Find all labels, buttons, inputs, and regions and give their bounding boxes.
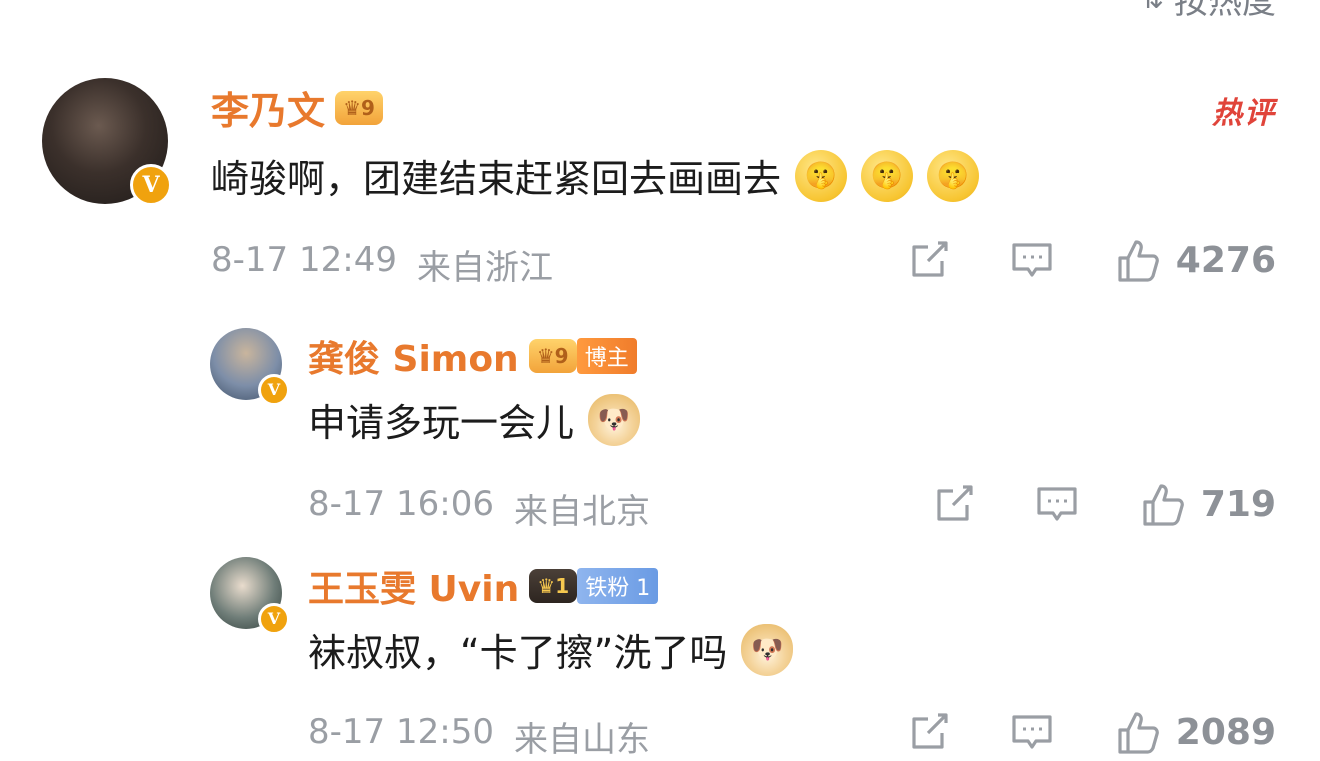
reply-button[interactable] <box>1035 483 1079 525</box>
share-icon <box>912 713 948 749</box>
username-text: 王玉雯 Uvin <box>308 569 520 610</box>
crown-level-9-icon: ♛9 <box>528 339 577 373</box>
comment-text: 申请多玩一会儿 🐶 <box>308 392 641 447</box>
comment-text-content: 崎骏啊，团建结束赶紧回去画画去 <box>211 157 782 201</box>
comment-actions: 4276 <box>908 236 1276 284</box>
comment-meta: 8-17 16:06 来自北京 <box>308 484 650 533</box>
comment-item: V 李乃文 ♛9 热评 崎骏啊，团建结束赶紧回去画画去 🤫 🤫 🤫 8-17 1… <box>0 0 1320 300</box>
username-text: 龚俊 Simon <box>308 339 519 380</box>
like-count: 2089 <box>1175 711 1276 753</box>
thumbs-up-icon <box>1143 484 1184 526</box>
comment-meta: 8-17 12:50 来自山东 <box>308 712 650 761</box>
doge-emoji-icon: 🐶 <box>588 393 641 446</box>
comment-meta: 8-17 12:49 来自浙江 <box>211 240 553 289</box>
username[interactable]: 李乃文 ♛9 <box>211 80 384 135</box>
comment-icon <box>1037 487 1077 521</box>
verified-badge-icon: V <box>258 603 290 635</box>
like-button[interactable]: 4276 <box>1114 236 1276 284</box>
share-icon <box>912 241 948 277</box>
hot-comment-badge: 热评 <box>1212 96 1276 131</box>
verified-badge-icon: V <box>258 374 290 406</box>
share-icon <box>937 485 973 521</box>
comment-date: 8-17 12:50 <box>308 712 494 752</box>
comment-icon <box>1012 715 1052 749</box>
username-text: 李乃文 <box>211 89 326 133</box>
comment-icon <box>1012 243 1052 277</box>
like-count: 4276 <box>1175 239 1276 281</box>
like-button[interactable]: 719 <box>1139 480 1276 528</box>
comment-text: 崎骏啊，团建结束赶紧回去画画去 🤫 🤫 🤫 <box>211 148 980 203</box>
comment-location: 来自山东 <box>513 720 650 760</box>
thumbs-up-icon <box>1118 712 1159 754</box>
comment-location: 来自北京 <box>513 492 650 532</box>
verified-badge-icon: V <box>130 164 172 206</box>
share-button[interactable] <box>933 483 975 525</box>
shush-emoji-icon: 🤫 <box>861 149 914 202</box>
like-count: 719 <box>1200 483 1276 525</box>
crown-level-9-icon: ♛9 <box>335 90 384 125</box>
comment-date: 8-17 16:06 <box>308 484 494 524</box>
comment-actions: 2089 <box>908 708 1276 756</box>
like-button[interactable]: 2089 <box>1114 708 1276 756</box>
blogger-tag: 博主 <box>576 338 637 374</box>
share-button[interactable] <box>908 239 950 281</box>
thumbs-up-icon <box>1118 240 1159 282</box>
username[interactable]: 龚俊 Simon ♛9 博主 <box>308 330 637 382</box>
share-button[interactable] <box>908 711 950 753</box>
comment-actions: 719 <box>933 480 1276 528</box>
comment-text-content: 申请多玩一会儿 <box>308 401 575 445</box>
reply-button[interactable] <box>1010 239 1054 281</box>
comment-text: 袜叔叔，“卡了擦”洗了吗 🐶 <box>308 622 794 677</box>
reply-button[interactable] <box>1010 711 1054 753</box>
comment-location: 来自浙江 <box>416 248 553 288</box>
iron-fan-tag: 铁粉 1 <box>577 568 659 604</box>
shush-emoji-icon: 🤫 <box>795 149 848 202</box>
comment-date: 8-17 12:49 <box>211 240 397 280</box>
shush-emoji-icon: 🤫 <box>927 149 980 202</box>
comment-text-content: 袜叔叔，“卡了擦”洗了吗 <box>308 631 728 675</box>
crown-level-1-icon: ♛1 <box>529 569 578 603</box>
username[interactable]: 王玉雯 Uvin ♛1 铁粉 1 <box>308 560 659 612</box>
doge-emoji-icon: 🐶 <box>741 623 794 676</box>
